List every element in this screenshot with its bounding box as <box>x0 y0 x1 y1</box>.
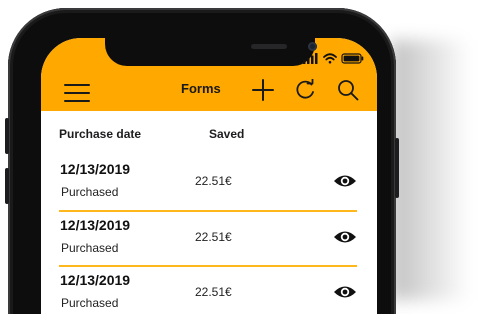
page-title: Forms <box>181 81 221 96</box>
search-icon[interactable] <box>337 79 359 101</box>
saved-amount: 22.51€ <box>195 230 232 244</box>
wifi-icon <box>323 53 337 64</box>
phone-shadow <box>390 40 470 300</box>
hamburger-menu-icon[interactable] <box>64 83 90 103</box>
status-bar <box>303 52 365 64</box>
table-row[interactable]: 12/13/2019 Purchased 22.51€ <box>41 272 377 314</box>
app-screen: Forms Purchase date Saved 12/13/2019 Pur… <box>41 38 377 314</box>
saved-amount: 22.51€ <box>195 285 232 299</box>
power-button <box>395 138 399 198</box>
side-button <box>5 168 9 204</box>
purchase-date: 12/13/2019 <box>60 272 131 288</box>
battery-icon <box>341 53 364 64</box>
plus-icon[interactable] <box>251 78 275 102</box>
purchase-status: Purchased <box>61 185 119 199</box>
purchase-status: Purchased <box>61 241 119 255</box>
column-header-saved[interactable]: Saved <box>209 127 244 141</box>
purchase-status: Purchased <box>61 296 119 310</box>
purchase-date: 12/13/2019 <box>60 161 131 177</box>
table-row[interactable]: 12/13/2019 Purchased 22.51€ <box>41 217 377 272</box>
eye-icon[interactable] <box>333 229 357 245</box>
cellular-signal-icon <box>303 53 318 64</box>
table-row[interactable]: 12/13/2019 Purchased 22.51€ <box>41 161 377 216</box>
column-header-purchase-date[interactable]: Purchase date <box>59 127 141 141</box>
row-divider <box>59 210 357 212</box>
eye-icon[interactable] <box>333 173 357 189</box>
front-camera <box>308 42 317 51</box>
side-button <box>5 118 9 154</box>
notch <box>105 38 317 66</box>
phone-frame: Forms Purchase date Saved 12/13/2019 Pur… <box>5 8 399 314</box>
saved-amount: 22.51€ <box>195 174 232 188</box>
purchase-date: 12/13/2019 <box>60 217 131 233</box>
speaker-grille <box>251 44 287 49</box>
refresh-icon[interactable] <box>294 79 316 101</box>
app-header: Forms <box>41 38 377 111</box>
eye-icon[interactable] <box>333 284 357 300</box>
row-divider <box>59 265 357 267</box>
